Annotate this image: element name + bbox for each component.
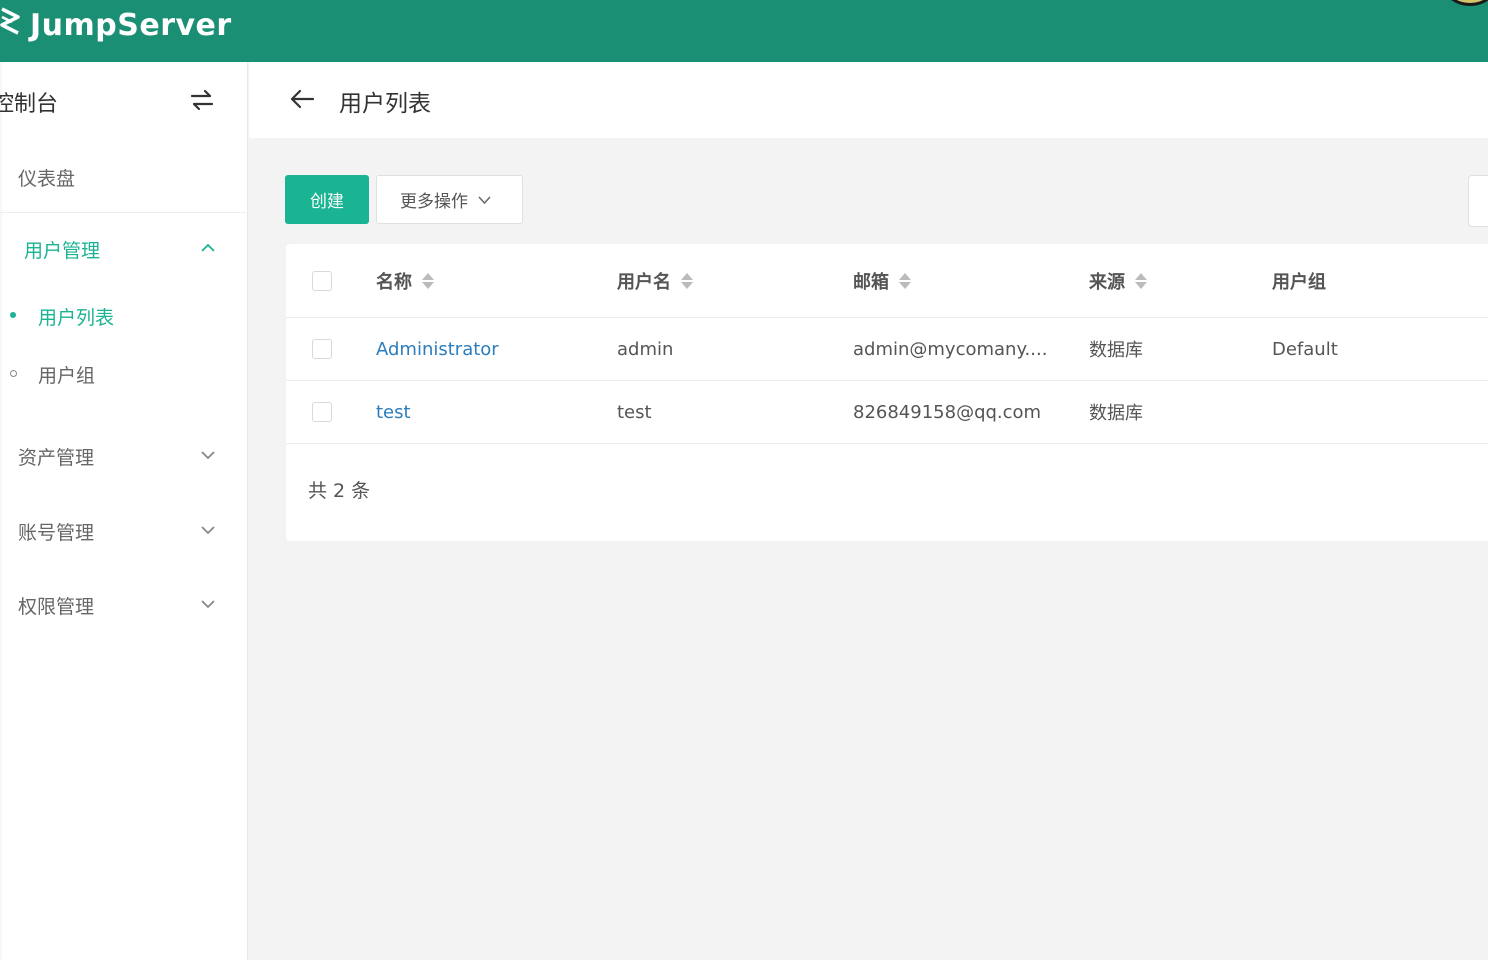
sidebar-item-asset-management[interactable]: 资产管理 [0, 429, 248, 485]
select-all-checkbox[interactable] [312, 270, 332, 291]
page-title: 用户列表 [339, 91, 431, 117]
chevron-down-icon [201, 600, 215, 609]
sort-icon[interactable] [681, 271, 693, 291]
chevron-down-icon [478, 195, 491, 204]
row-checkbox[interactable] [312, 402, 332, 422]
pagination-total: 共 2 条 [308, 480, 371, 502]
sidebar-item-permission-management[interactable]: 权限管理 [0, 578, 248, 634]
sidebar-item-label: 仪表盘 [18, 168, 76, 190]
chevron-up-icon [201, 243, 215, 252]
source-cell: 数据库 [1089, 340, 1143, 361]
sort-icon[interactable] [1135, 271, 1147, 291]
column-header-email[interactable]: 邮箱 [853, 244, 911, 317]
sidebar: 控制台 仪表盘 用户管理 用户列表 用户组 资产管理 账号管理 权限管理 [0, 62, 248, 960]
sidebar-item-label: 用户管理 [24, 240, 101, 262]
brand-logo[interactable]: JumpServer [0, 0, 232, 62]
column-header-name[interactable]: 名称 [376, 244, 434, 317]
jumpserver-logo-icon [0, 7, 20, 35]
sidebar-item-label: 权限管理 [18, 596, 95, 618]
column-header-username[interactable]: 用户名 [617, 244, 693, 317]
sidebar-item-dashboard[interactable]: 仪表盘 [0, 150, 248, 206]
page-header: 用户列表 [249, 62, 1488, 138]
user-name-link[interactable]: Administrator [376, 318, 499, 380]
column-header-group: 用户组 [1272, 271, 1326, 293]
source-cell: 数据库 [1089, 403, 1143, 424]
table-row: test test 826849158@qq.com 数据库 [286, 381, 1488, 444]
chevron-down-icon [201, 451, 215, 460]
sidebar-item-label: 用户列表 [38, 307, 115, 329]
sidebar-divider [0, 212, 248, 213]
sidebar-header: 控制台 [0, 62, 248, 138]
table-header-row: 名称 用户名 邮箱 来源 用户组 [286, 244, 1488, 318]
row-select-cell [312, 381, 332, 443]
username-cell: test [617, 401, 652, 423]
sort-icon[interactable] [422, 271, 434, 291]
sidebar-item-account-management[interactable]: 账号管理 [0, 504, 248, 560]
column-header-source[interactable]: 来源 [1089, 244, 1147, 317]
bullet-icon [10, 370, 17, 377]
group-cell: Default [1272, 338, 1338, 360]
row-select-cell [312, 318, 332, 380]
table-settings-button[interactable] [1468, 175, 1488, 227]
brand-name: JumpServer [30, 7, 232, 43]
select-all-cell [312, 244, 332, 317]
username-cell: admin [617, 338, 674, 360]
back-arrow-icon[interactable] [289, 88, 315, 110]
chevron-down-icon [201, 526, 215, 535]
email-cell: 826849158@qq.com [853, 401, 1042, 423]
email-cell: admin@mycomany.... [853, 338, 1048, 360]
user-name-link[interactable]: test [376, 381, 411, 443]
sidebar-item-user-management[interactable]: 用户管理 [0, 222, 248, 278]
create-button[interactable]: 创建 [285, 175, 369, 224]
user-table-card: 名称 用户名 邮箱 来源 用户组 Administrator admin adm… [286, 244, 1488, 541]
active-dot-icon [10, 312, 16, 318]
sidebar-item-label: 用户组 [38, 365, 96, 387]
more-actions-dropdown[interactable]: 更多操作 [376, 175, 523, 224]
sort-icon[interactable] [899, 271, 911, 291]
switch-view-icon[interactable] [188, 88, 216, 112]
more-actions-label: 更多操作 [400, 192, 468, 212]
table-row: Administrator admin admin@mycomany.... 数… [286, 318, 1488, 381]
sidebar-item-user-group[interactable]: 用户组 [0, 348, 248, 398]
create-button-label: 创建 [310, 192, 344, 212]
sidebar-item-label: 账号管理 [18, 522, 95, 544]
user-avatar[interactable] [1442, 0, 1488, 6]
top-navbar: JumpServer [0, 0, 1488, 62]
sidebar-item-user-list[interactable]: 用户列表 [0, 290, 248, 340]
row-checkbox[interactable] [312, 339, 332, 359]
sidebar-title: 控制台 [0, 92, 59, 117]
sidebar-item-label: 资产管理 [18, 447, 95, 469]
